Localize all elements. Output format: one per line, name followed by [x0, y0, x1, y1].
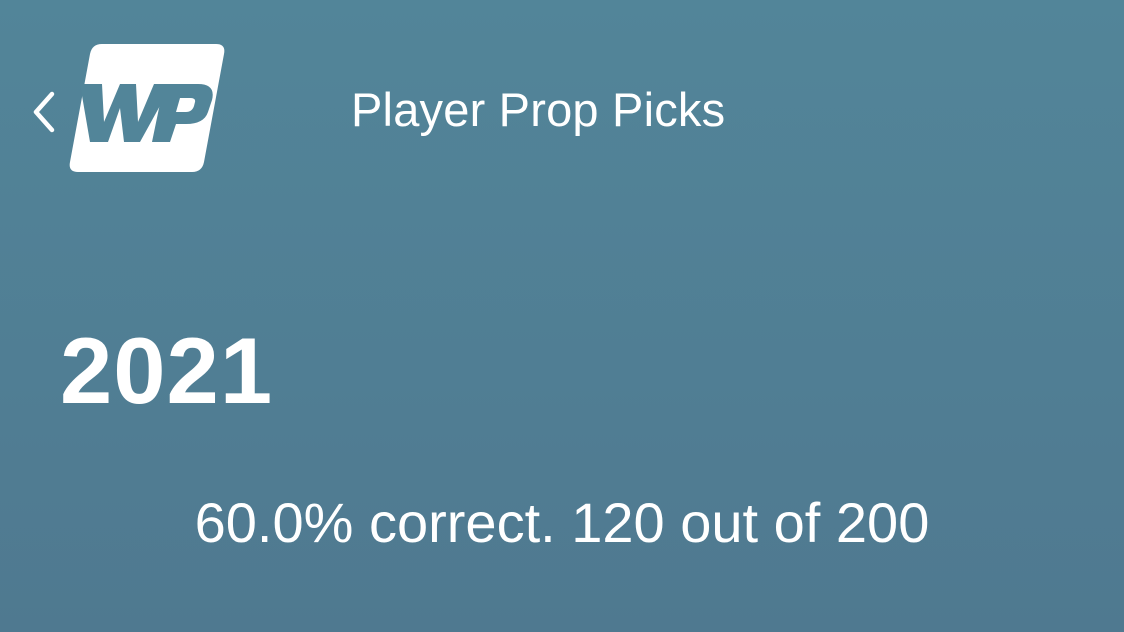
wp-logo — [68, 42, 228, 174]
page-title: Player Prop Picks — [351, 83, 726, 136]
accuracy-summary: 60.0% correct. 120 out of 200 — [194, 491, 930, 554]
season-year: 2021 — [60, 318, 274, 423]
chevron-left-icon — [33, 91, 55, 133]
back-button[interactable] — [28, 88, 60, 136]
